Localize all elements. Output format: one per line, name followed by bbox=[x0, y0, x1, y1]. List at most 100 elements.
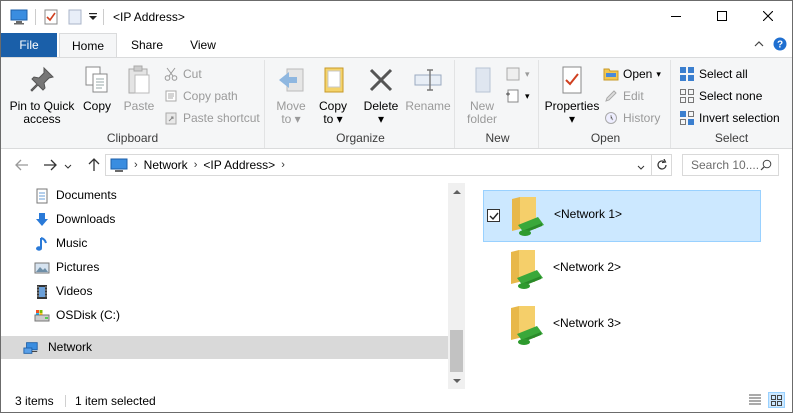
breadcrumb-separator: › bbox=[281, 159, 285, 171]
history-icon bbox=[603, 110, 619, 126]
file-item-network-3[interactable]: <Network 3> bbox=[483, 300, 761, 352]
minimize-button[interactable] bbox=[653, 1, 699, 33]
scrollbar-thumb[interactable] bbox=[450, 330, 463, 372]
pin-to-quick-access-button[interactable]: Pin to Quick access bbox=[7, 64, 77, 126]
new-group-label: New bbox=[485, 131, 510, 145]
file-item-network-1[interactable]: <Network 1> bbox=[483, 190, 761, 242]
paste-button[interactable]: Paste bbox=[119, 64, 159, 113]
tab-file[interactable]: File bbox=[1, 33, 57, 57]
network-icon bbox=[23, 340, 39, 356]
invert-selection-button[interactable]: Invert selection bbox=[679, 108, 780, 128]
nav-item-videos[interactable]: Videos bbox=[1, 280, 448, 303]
new-group: New folder ▾ ▾ New bbox=[457, 60, 539, 148]
nav-item-documents[interactable]: Documents bbox=[1, 184, 448, 207]
history-button[interactable]: History bbox=[603, 108, 660, 128]
organize-group-label: Organize bbox=[336, 131, 385, 145]
pin-icon bbox=[26, 64, 58, 96]
new-folder-icon bbox=[466, 64, 498, 96]
copy-button[interactable]: Copy bbox=[79, 64, 115, 113]
minimize-icon bbox=[671, 10, 681, 24]
easy-access-button[interactable]: ▾ bbox=[505, 86, 530, 106]
maximize-button[interactable] bbox=[699, 1, 745, 33]
move-to-button[interactable]: Move to ▾ bbox=[271, 64, 311, 126]
paste-shortcut-button[interactable]: Paste shortcut bbox=[163, 108, 260, 128]
copy-icon bbox=[81, 64, 113, 96]
copy-label: Copy bbox=[82, 99, 111, 113]
scroll-up-icon[interactable] bbox=[448, 183, 465, 200]
search-icon bbox=[760, 159, 772, 174]
delete-icon bbox=[365, 64, 397, 96]
tab-share[interactable]: Share bbox=[121, 33, 173, 57]
computer-icon[interactable] bbox=[9, 1, 29, 33]
ribbon: Pin to Quick access Copy Paste Cut Copy … bbox=[1, 57, 792, 149]
copy-to-icon bbox=[317, 64, 349, 96]
breadcrumb-ip-address[interactable]: <IP Address> bbox=[203, 158, 275, 172]
customize-toolbar-icon[interactable] bbox=[87, 1, 99, 33]
file-list: <Network 1> <Network 2> <Network 3> bbox=[465, 183, 792, 389]
address-bar[interactable]: › Network › <IP Address> › bbox=[105, 154, 672, 176]
close-button[interactable] bbox=[745, 1, 791, 33]
file-item-network-2[interactable]: <Network 2> bbox=[483, 244, 761, 296]
easy-access-icon bbox=[505, 88, 521, 104]
paste-label: Paste bbox=[123, 99, 155, 113]
scissors-icon bbox=[163, 66, 179, 82]
properties-icon bbox=[556, 64, 588, 96]
cut-button[interactable]: Cut bbox=[163, 64, 202, 84]
delete-button[interactable]: Delete ▾ bbox=[359, 64, 403, 126]
tab-home[interactable]: Home bbox=[59, 33, 117, 58]
nav-item-downloads[interactable]: Downloads bbox=[1, 208, 448, 231]
window-title: <IP Address> bbox=[113, 10, 185, 24]
drive-icon bbox=[34, 308, 50, 324]
computer-icon bbox=[110, 158, 128, 173]
nav-item-network[interactable]: Network bbox=[1, 336, 448, 359]
arrow-right-icon bbox=[43, 159, 57, 174]
paste-icon bbox=[123, 64, 155, 96]
up-button[interactable] bbox=[83, 155, 105, 177]
tab-view[interactable]: View bbox=[177, 33, 229, 57]
nav-scrollbar[interactable] bbox=[448, 183, 465, 389]
properties-quick-icon[interactable] bbox=[41, 1, 61, 33]
music-icon bbox=[34, 236, 50, 252]
nav-item-pictures[interactable]: Pictures bbox=[1, 256, 448, 279]
forward-button[interactable] bbox=[39, 155, 61, 177]
organize-group: Move to ▾ Copy to ▾ Delete ▾ Rename Orga… bbox=[267, 60, 455, 148]
help-icon[interactable]: ? bbox=[773, 37, 787, 54]
select-none-button[interactable]: Select none bbox=[679, 86, 762, 106]
new-folder-button[interactable]: New folder bbox=[461, 64, 503, 126]
rename-button[interactable]: Rename bbox=[405, 64, 451, 113]
item-count: 3 items bbox=[15, 394, 54, 408]
search-input[interactable]: Search 10.... bbox=[682, 154, 779, 176]
collapse-ribbon-icon[interactable] bbox=[753, 38, 765, 53]
pictures-icon bbox=[34, 260, 50, 276]
new-item-icon bbox=[505, 66, 521, 82]
address-history-icon[interactable] bbox=[637, 160, 645, 174]
select-none-icon bbox=[679, 88, 695, 104]
edit-button[interactable]: Edit bbox=[603, 86, 644, 106]
clipboard-group: Pin to Quick access Copy Paste Cut Copy … bbox=[1, 60, 265, 148]
details-view-icon[interactable] bbox=[748, 393, 762, 410]
properties-button[interactable]: Properties ▾ bbox=[543, 64, 601, 126]
new-item-button[interactable]: ▾ bbox=[505, 64, 530, 84]
select-group-label: Select bbox=[714, 131, 749, 145]
rename-icon bbox=[412, 64, 444, 96]
new-folder-quick-icon[interactable] bbox=[65, 1, 85, 33]
copy-path-button[interactable]: Copy path bbox=[163, 86, 238, 106]
copy-to-button[interactable]: Copy to ▾ bbox=[313, 64, 353, 126]
nav-item-music[interactable]: Music bbox=[1, 232, 448, 255]
nav-item-osdisk[interactable]: OSDisk (C:) bbox=[1, 304, 448, 327]
select-all-button[interactable]: Select all bbox=[679, 64, 748, 84]
refresh-icon[interactable] bbox=[651, 154, 671, 176]
large-icons-view-icon[interactable] bbox=[768, 392, 785, 408]
back-button[interactable] bbox=[11, 155, 33, 177]
breadcrumb-separator: › bbox=[193, 159, 198, 171]
item-checkbox[interactable] bbox=[487, 209, 500, 222]
recent-locations-button[interactable] bbox=[61, 155, 75, 177]
open-button[interactable]: Open ▾ bbox=[603, 64, 661, 84]
copy-path-icon bbox=[163, 88, 179, 104]
select-all-icon bbox=[679, 66, 695, 82]
videos-icon bbox=[34, 284, 50, 300]
breadcrumb-network[interactable]: Network bbox=[144, 158, 188, 172]
scroll-down-icon[interactable] bbox=[448, 372, 465, 389]
move-to-icon bbox=[275, 64, 307, 96]
paste-shortcut-icon bbox=[163, 110, 179, 126]
